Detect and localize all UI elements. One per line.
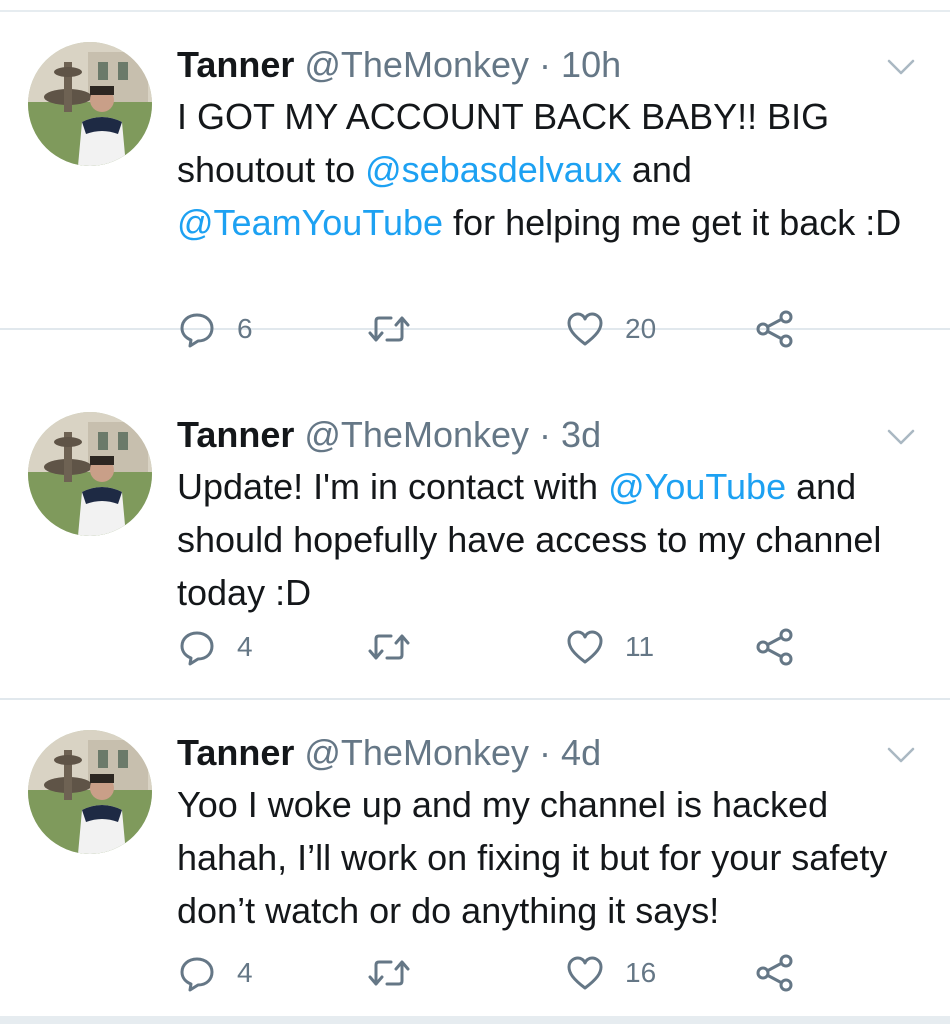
timestamp[interactable]: 10h: [561, 44, 621, 85]
display-name[interactable]: Tanner: [177, 44, 294, 85]
retweet-button[interactable]: [367, 948, 431, 998]
display-name[interactable]: Tanner: [177, 732, 294, 773]
heart-icon: [565, 627, 605, 667]
like-button[interactable]: 16: [565, 948, 656, 998]
avatar-photo: [28, 730, 152, 854]
mention-link[interactable]: @YouTube: [608, 466, 786, 507]
avatar[interactable]: [28, 730, 152, 854]
chevron-down-icon[interactable]: [886, 422, 916, 452]
chevron-down-icon[interactable]: [886, 740, 916, 770]
like-button[interactable]: 20: [565, 304, 656, 354]
tweet-text: I GOT MY ACCOUNT BACK BABY!! BIG shoutou…: [177, 90, 917, 249]
share-button[interactable]: [755, 948, 795, 998]
avatar-photo: [28, 42, 152, 166]
share-button[interactable]: [755, 304, 795, 354]
reply-button[interactable]: 4: [177, 622, 253, 672]
avatar[interactable]: [28, 412, 152, 536]
share-icon: [755, 627, 795, 667]
display-name[interactable]: Tanner: [177, 414, 294, 455]
tweet-text-segment: for helping me get it back :D: [443, 202, 902, 243]
username[interactable]: @TheMonkey: [304, 44, 529, 85]
feed-bottom-divider: [0, 1016, 950, 1024]
heart-icon: [565, 953, 605, 993]
tweet-text-segment: and: [621, 149, 692, 190]
tweet-actions: 4 16: [177, 948, 817, 998]
share-icon: [755, 309, 795, 349]
username[interactable]: @TheMonkey: [304, 414, 529, 455]
tweet[interactable]: Tanner @TheMonkey · 3d Update! I'm in co…: [0, 382, 950, 700]
tweet-text: Yoo I woke up and my channel is hacked h…: [177, 778, 917, 937]
reply-icon: [177, 309, 217, 349]
retweet-button[interactable]: [367, 304, 431, 354]
reply-icon: [177, 953, 217, 993]
feed-top-divider: [0, 0, 950, 12]
tweet-feed: Tanner @TheMonkey · 10h I GOT MY ACCOUNT…: [0, 0, 950, 1024]
tweet-actions: 4 11: [177, 622, 817, 672]
tweet-text-segment: Yoo I woke up and my channel is hacked h…: [177, 784, 888, 931]
retweet-button[interactable]: [367, 622, 431, 672]
retweet-icon: [367, 627, 411, 667]
reply-button[interactable]: 6: [177, 304, 253, 354]
chevron-down-icon[interactable]: [886, 52, 916, 82]
mention-link[interactable]: @sebasdelvaux: [365, 149, 622, 190]
share-icon: [755, 953, 795, 993]
reply-icon: [177, 627, 217, 667]
separator-dot: ·: [539, 732, 552, 773]
mention-link[interactable]: @TeamYouTube: [177, 202, 443, 243]
avatar[interactable]: [28, 42, 152, 166]
like-count: 11: [625, 631, 655, 662]
retweet-icon: [367, 953, 411, 993]
heart-icon: [565, 309, 605, 349]
like-button[interactable]: 11: [565, 622, 654, 672]
separator-dot: ·: [539, 44, 552, 85]
reply-button[interactable]: 4: [177, 948, 253, 998]
tweet-header: Tanner @TheMonkey · 10h: [177, 40, 621, 90]
tweet[interactable]: Tanner @TheMonkey · 10h I GOT MY ACCOUNT…: [0, 12, 950, 348]
reply-count: 4: [237, 631, 253, 662]
like-count: 20: [625, 313, 657, 344]
tweet-header: Tanner @TheMonkey · 4d: [177, 728, 601, 778]
timestamp[interactable]: 3d: [561, 414, 601, 455]
avatar-photo: [28, 412, 152, 536]
tweet-header: Tanner @TheMonkey · 3d: [177, 410, 601, 460]
like-count: 16: [625, 957, 657, 988]
tweet-text: Update! I'm in contact with @YouTube and…: [177, 460, 917, 619]
timestamp[interactable]: 4d: [561, 732, 601, 773]
reply-count: 6: [237, 313, 253, 344]
tweet-actions: 6 20: [177, 304, 817, 354]
retweet-icon: [367, 309, 411, 349]
share-button[interactable]: [755, 622, 795, 672]
tweet[interactable]: Tanner @TheMonkey · 4d Yoo I woke up and…: [0, 700, 950, 1018]
separator-dot: ·: [539, 414, 552, 455]
tweet-text-segment: Update! I'm in contact with: [177, 466, 609, 507]
username[interactable]: @TheMonkey: [304, 732, 529, 773]
reply-count: 4: [237, 957, 253, 988]
